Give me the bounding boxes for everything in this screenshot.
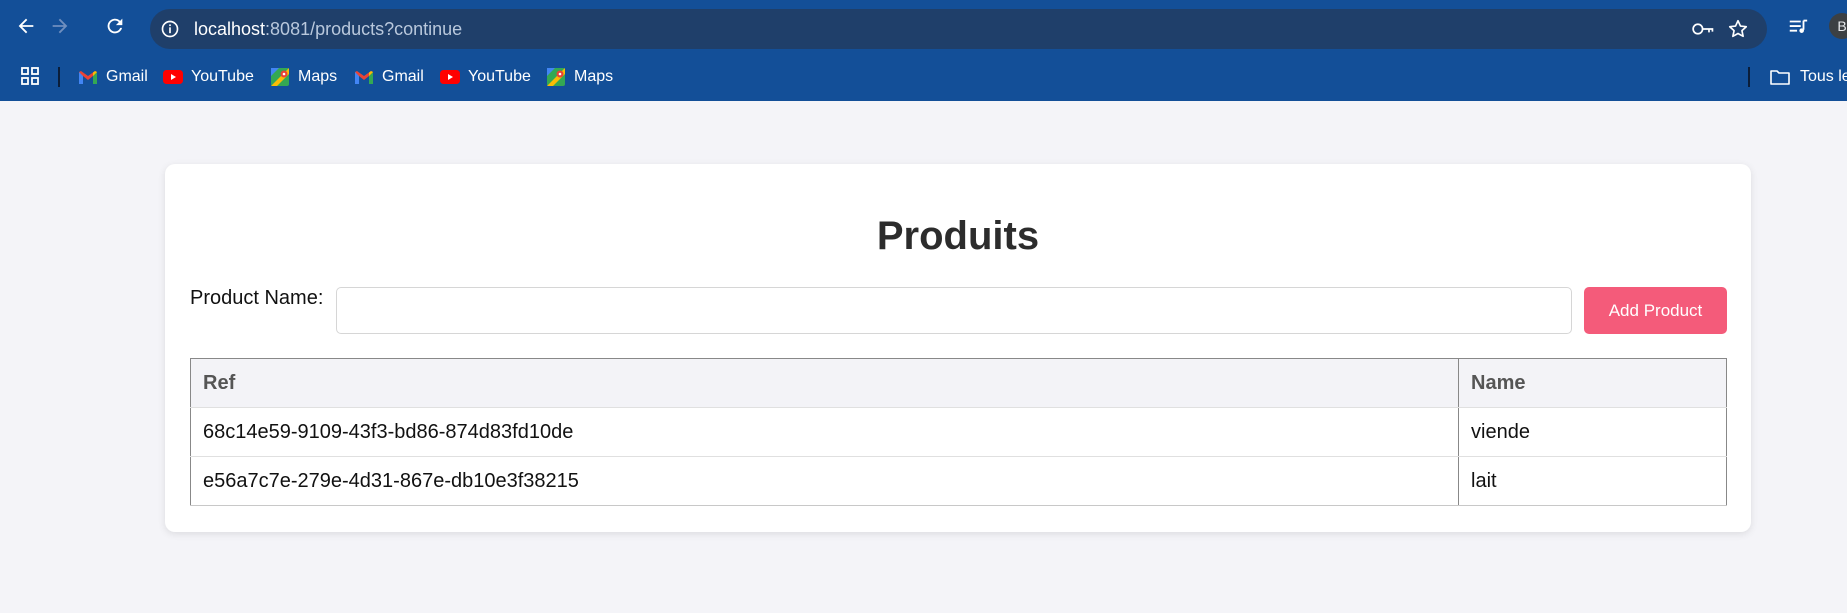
bookmarks-bar: Gmail YouTube Maps Gmail YouTube Maps To… (0, 57, 1847, 101)
address-bar[interactable]: localhost:8081/products?continue (150, 9, 1767, 49)
product-name-input[interactable] (336, 287, 1572, 334)
bookmark-gmail[interactable]: Gmail (78, 64, 148, 90)
add-product-button[interactable]: Add Product (1584, 287, 1727, 334)
bookmark-label: Maps (574, 68, 614, 85)
url-text[interactable]: localhost:8081/products?continue (194, 19, 462, 40)
reload-icon (107, 18, 123, 34)
key-icon[interactable] (1691, 19, 1715, 39)
gmail-icon (79, 71, 97, 84)
url-path: :8081/products?continue (265, 19, 463, 39)
table-row: e56a7c7e-279e-4d31-867e-db10e3f38215 lai… (190, 456, 1727, 506)
arrow-right-icon (52, 18, 68, 34)
bookmarks-divider (58, 67, 60, 87)
maps-icon (547, 68, 565, 86)
cell-name: viende (1458, 407, 1727, 457)
url-host: localhost (194, 19, 266, 39)
profile-avatar[interactable]: B (1829, 13, 1847, 39)
folder-icon (1770, 70, 1790, 85)
youtube-icon (440, 70, 460, 84)
page-title: Produits (876, 214, 1040, 258)
products-card: Produits Product Name: Add Product Ref N… (165, 164, 1751, 532)
bookmark-youtube[interactable]: YouTube (163, 64, 254, 90)
bookmark-youtube[interactable]: YouTube (440, 64, 531, 90)
table-header-row: Ref Name (190, 358, 1727, 408)
column-header-name: Name (1458, 358, 1727, 408)
bookmark-maps[interactable]: Maps (546, 64, 613, 90)
arrow-left-icon (18, 18, 34, 34)
bookmark-label: Maps (298, 68, 338, 85)
cell-name: lait (1458, 456, 1727, 506)
column-header-ref: Ref (190, 358, 1459, 408)
apps-grid-icon[interactable] (20, 66, 40, 86)
table-row: 68c14e59-9109-43f3-bd86-874d83fd10de vie… (190, 407, 1727, 457)
reload-button[interactable] (103, 14, 127, 38)
bookmark-label: Gmail (382, 68, 424, 85)
gmail-icon (355, 71, 373, 84)
bookmark-gmail[interactable]: Gmail (354, 64, 424, 90)
forward-button[interactable] (48, 14, 72, 38)
star-icon[interactable] (1727, 18, 1749, 40)
bookmark-maps[interactable]: Maps (270, 64, 337, 90)
bookmarks-divider (1748, 67, 1750, 87)
products-table: Ref Name 68c14e59-9109-43f3-bd86-874d83f… (190, 358, 1727, 506)
maps-icon (271, 68, 289, 86)
cell-ref: e56a7c7e-279e-4d31-867e-db10e3f38215 (190, 456, 1459, 506)
cell-ref: 68c14e59-9109-43f3-bd86-874d83fd10de (190, 407, 1459, 457)
product-name-label: Product Name: (190, 287, 324, 309)
info-icon[interactable] (160, 19, 180, 39)
all-bookmarks-label: Tous les (1800, 68, 1847, 85)
browser-toolbar: localhost:8081/products?continue B (0, 0, 1847, 57)
bookmark-label: Gmail (106, 68, 148, 85)
all-bookmarks-folder[interactable]: Tous les (1770, 64, 1847, 90)
youtube-icon (163, 70, 183, 84)
media-queue-icon[interactable] (1787, 16, 1809, 38)
bookmark-label: YouTube (468, 68, 531, 85)
back-button[interactable] (14, 14, 38, 38)
bookmark-label: YouTube (191, 68, 254, 85)
